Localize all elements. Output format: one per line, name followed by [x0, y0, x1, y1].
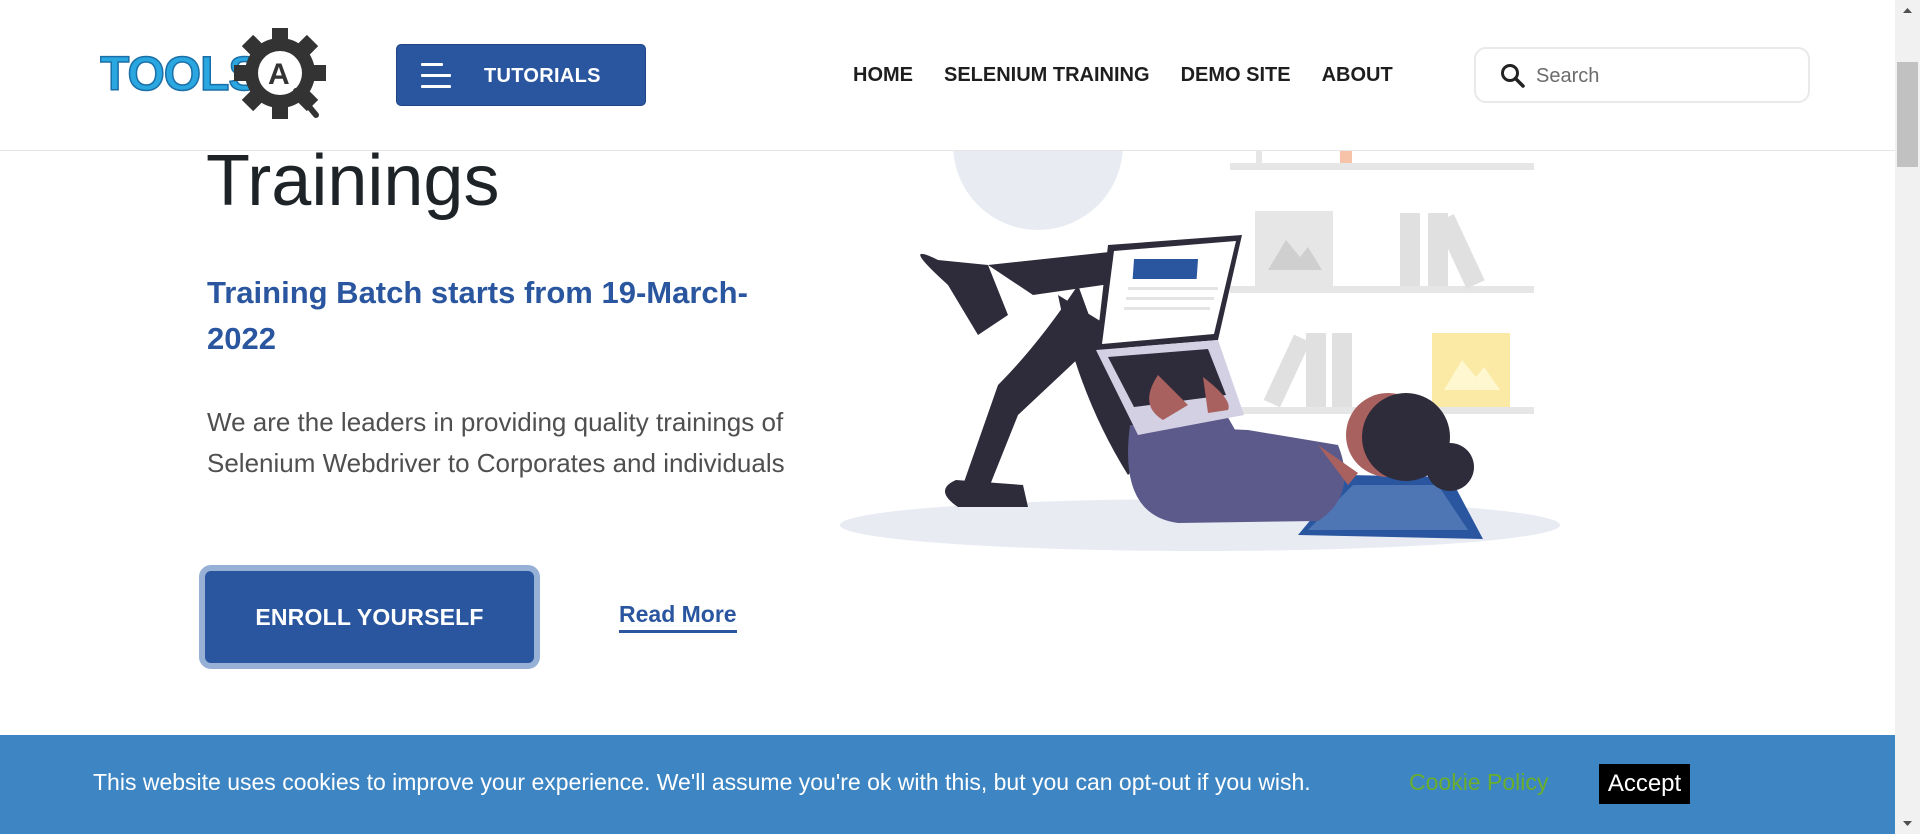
search-input[interactable]: [1536, 59, 1796, 93]
cookie-message: This website uses cookies to improve you…: [93, 769, 1311, 795]
scroll-down-arrow-icon[interactable]: [1895, 814, 1920, 834]
tutorials-label: TUTORIALS: [484, 65, 601, 87]
read-more-link[interactable]: Read More: [619, 601, 737, 633]
enroll-label: ENROLL YOURSELF: [255, 603, 484, 630]
scrollbar-thumb[interactable]: [1897, 62, 1918, 167]
hero-subtitle: Training Batch starts from 19-March-2022: [207, 275, 748, 356]
hamburger-icon: [421, 63, 451, 89]
accept-cookies-button[interactable]: Accept: [1599, 764, 1690, 804]
tutorials-button[interactable]: TUTORIALS: [396, 44, 646, 106]
scroll-up-arrow-icon[interactable]: [1895, 0, 1920, 20]
nav-demo-site[interactable]: DEMO SITE: [1181, 64, 1291, 87]
site-header: TOOLS A TUTORIALS HOME SELENIUM TRAINING…: [0, 0, 1895, 151]
nav-about[interactable]: ABOUT: [1322, 64, 1393, 87]
page-viewport: TOOLS A TUTORIALS HOME SELENIUM TRAINING…: [0, 0, 1895, 834]
cookie-policy-link[interactable]: Cookie Policy: [1409, 769, 1548, 796]
main-nav: HOME SELENIUM TRAINING DEMO SITE ABOUT: [853, 64, 1424, 87]
search-icon[interactable]: [1500, 63, 1526, 89]
search-box: [1474, 47, 1810, 103]
svg-text:A: A: [268, 58, 290, 91]
toolsqa-logo[interactable]: TOOLS A: [99, 27, 360, 123]
nav-home[interactable]: HOME: [853, 64, 913, 87]
illustration-reading-person: [838, 145, 1568, 565]
hero-description: We are the leaders in providing quality …: [207, 407, 785, 478]
nav-selenium-training[interactable]: SELENIUM TRAINING: [944, 64, 1150, 87]
page-scrollbar[interactable]: [1895, 0, 1920, 834]
enroll-yourself-button[interactable]: ENROLL YOURSELF: [199, 565, 540, 669]
